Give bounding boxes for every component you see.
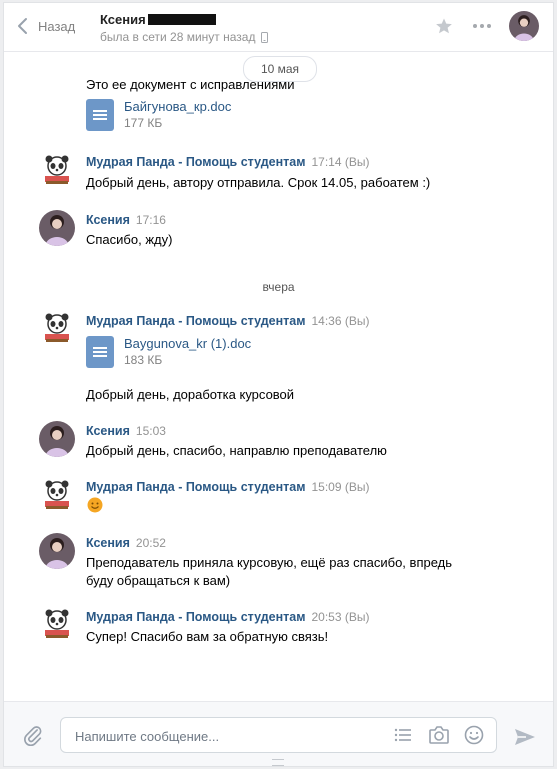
emoji-smile-icon[interactable] (464, 725, 484, 748)
message-time: 20:53 (Вы) (311, 610, 370, 624)
message-time: 17:14 (Вы) (311, 155, 370, 169)
message-author[interactable]: Мудрая Панда - Помощь студентам 14:36 (Вы… (86, 314, 369, 328)
redaction-bar (147, 14, 216, 25)
message-author[interactable]: Мудрая Панда - Помощь студентам 15:09 (Вы… (86, 480, 369, 494)
message-author[interactable]: Мудрая Панда - Помощь студентам 17:14 (Вы… (86, 155, 369, 169)
peer-status: была в сети 28 минут назад (100, 30, 269, 44)
document-name[interactable]: Байгунова_кр.doc (124, 99, 231, 115)
message-text: Добрый день, спасибо, направлю преподава… (86, 443, 387, 458)
back-label: Назад (38, 18, 76, 34)
message-text: Супер! Спасибо вам за обратную связь! (86, 629, 329, 644)
paperclip-icon[interactable] (22, 724, 44, 749)
camera-icon[interactable] (428, 725, 450, 748)
message-time: 17:16 (135, 213, 166, 227)
templates-list-icon[interactable] (394, 727, 412, 746)
panda-avatar[interactable] (39, 606, 75, 642)
document-size: 177 КБ (124, 116, 163, 130)
date-badge: 10 мая (243, 56, 317, 82)
document-icon (86, 99, 114, 131)
message-text-line-1: Преподаватель приняла курсовую, ещё раз … (86, 555, 453, 570)
send-button[interactable] (514, 728, 536, 749)
resize-grip[interactable] (272, 759, 284, 766)
peer-status-text: была в сети 28 минут назад (100, 30, 256, 44)
message-time: 15:09 (Вы) (311, 480, 370, 494)
peer-name-text: Ксения (100, 12, 146, 27)
message-author[interactable]: Ксения 17:16 (86, 213, 166, 227)
panda-avatar[interactable] (39, 310, 75, 346)
message-author[interactable]: Ксения 15:03 (86, 424, 166, 438)
ksenia-avatar[interactable] (39, 421, 75, 457)
chat-window: Назад Ксения была в сети 28 минут назад … (3, 2, 554, 767)
document-name[interactable]: Baygunova_kr (1).doc (124, 336, 251, 352)
message-composer (4, 701, 553, 766)
message-text: Спасибо, жду) (86, 232, 173, 247)
peer-name[interactable]: Ксения (100, 12, 216, 27)
send-arrow-icon (515, 729, 535, 745)
ksenia-avatar[interactable] (39, 533, 75, 569)
message-time: 14:36 (Вы) (311, 314, 370, 328)
peer-avatar[interactable] (509, 11, 539, 41)
message-input[interactable] (73, 725, 377, 747)
message-time: 20:52 (135, 536, 166, 550)
message-time: 15:03 (135, 424, 166, 438)
day-separator: вчера (262, 280, 295, 294)
message-author[interactable]: Мудрая Панда - Помощь студентам 20:53 (Вы… (86, 610, 369, 624)
mobile-phone-icon (261, 31, 269, 43)
document-attachment[interactable]: Байгунова_кр.doc 177 КБ (86, 99, 231, 131)
favorite-star-icon[interactable] (435, 17, 453, 38)
back-button[interactable]: Назад (16, 17, 75, 35)
more-options-icon[interactable] (473, 24, 491, 28)
panda-avatar[interactable] (39, 152, 75, 188)
chat-header: Назад Ксения была в сети 28 минут назад (4, 3, 553, 52)
document-icon (86, 336, 114, 368)
message-text: Добрый день, автору отправила. Срок 14.0… (86, 175, 431, 190)
chevron-left-icon (18, 18, 27, 34)
document-size: 183 КБ (124, 353, 163, 367)
message-text: Добрый день, доработка курсовой (86, 387, 295, 402)
message-text-line-2: буду обращаться к вам) (86, 573, 231, 588)
smiling-face-emoji-icon (87, 497, 103, 516)
message-author[interactable]: Ксения 20:52 (86, 536, 166, 550)
document-attachment[interactable]: Baygunova_kr (1).doc 183 КБ (86, 336, 251, 368)
message-input-box[interactable] (60, 717, 497, 753)
ksenia-avatar[interactable] (39, 210, 75, 246)
panda-avatar[interactable] (39, 477, 75, 513)
